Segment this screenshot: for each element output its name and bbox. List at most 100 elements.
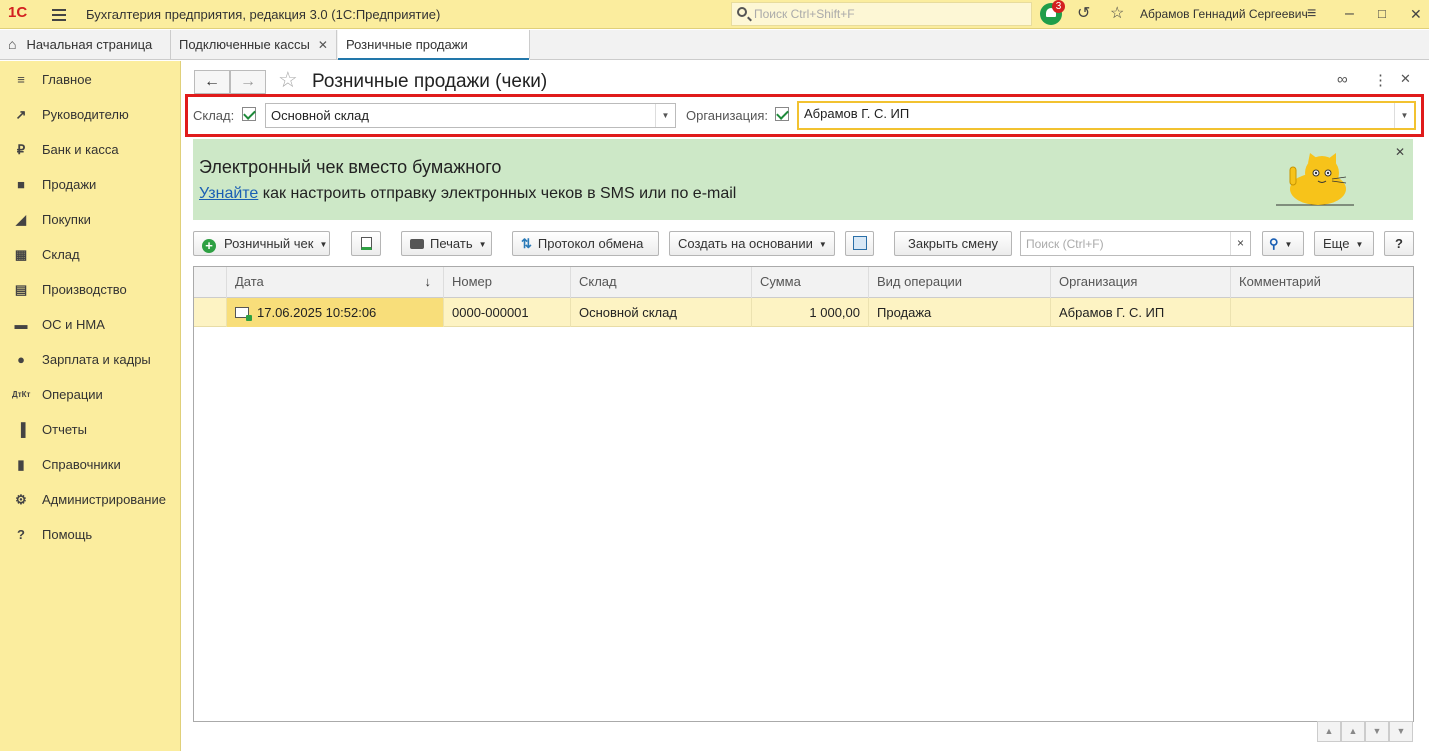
posted-document-icon	[235, 307, 252, 321]
warehouse-filter-checkbox[interactable]	[242, 107, 256, 121]
favorites-star-icon[interactable]: ☆	[1110, 5, 1124, 23]
cell-operation[interactable]: Продажа	[869, 298, 1051, 327]
sidebar-item-sales[interactable]: ■ Продажи	[0, 167, 181, 202]
sidebar-item-main[interactable]: ≡ Главное	[0, 62, 181, 97]
exchange-log-button[interactable]: ⇅ Протокол обмена	[512, 231, 659, 256]
copy-document-button[interactable]	[351, 231, 381, 256]
organization-filter-checkbox[interactable]	[775, 107, 789, 121]
cell-organization[interactable]: Абрамов Г. С. ИП	[1051, 298, 1231, 327]
bag-icon: ■	[17, 177, 25, 192]
cell-warehouse[interactable]: Основной склад	[571, 298, 752, 327]
table-header: Дата ↓ Номер Склад Сумма Вид операции Орг…	[194, 267, 1413, 298]
create-retail-check-button[interactable]: + Розничный чек ▼	[193, 231, 330, 256]
column-header-operation[interactable]: Вид операции	[869, 267, 1051, 298]
column-header-organization[interactable]: Организация	[1051, 267, 1231, 298]
user-name[interactable]: Абрамов Геннадий Сергеевич	[1140, 7, 1308, 21]
chevron-down-icon[interactable]: ▼	[1394, 103, 1414, 128]
factory-icon: ▤	[14, 282, 28, 297]
sidebar-item-label: Операции	[42, 387, 103, 402]
chevron-down-icon: ▼	[319, 240, 328, 250]
column-header-sum[interactable]: Сумма	[752, 267, 869, 298]
close-shift-label: Закрыть смену	[907, 236, 999, 251]
scroll-to-top-button[interactable]: ▲	[1317, 721, 1341, 742]
printer-icon	[410, 239, 424, 249]
column-header-warehouse[interactable]: Склад	[571, 267, 752, 298]
sidebar-item-salary[interactable]: ● Зарплата и кадры	[0, 342, 181, 377]
truck-icon: ▬	[14, 317, 28, 332]
cell-comment[interactable]	[1231, 298, 1413, 327]
back-button[interactable]: ←	[194, 70, 230, 94]
copy-document-icon	[360, 237, 372, 250]
cell-number[interactable]: 0000-000001	[444, 298, 571, 327]
help-button[interactable]: ?	[1384, 231, 1414, 256]
ruble-icon: ₽	[16, 142, 26, 157]
books-icon: ▮	[17, 457, 25, 472]
sidebar-item-help[interactable]: ? Помощь	[0, 517, 181, 552]
sidebar-item-fixed-assets[interactable]: ▬ ОС и НМА	[0, 307, 181, 342]
close-banner-icon[interactable]: ✕	[1395, 145, 1405, 159]
list-search-input[interactable]: Поиск (Ctrl+F) ×	[1020, 231, 1251, 256]
list-search-placeholder: Поиск (Ctrl+F)	[1026, 237, 1104, 251]
organization-filter-label: Организация:	[686, 108, 769, 123]
organization-filter-value: Абрамов Г. С. ИП	[804, 106, 910, 121]
history-icon[interactable]: ↺	[1077, 5, 1090, 23]
title-bar: 1С Бухгалтерия предприятия, редакция 3.0…	[0, 0, 1429, 29]
tab-home[interactable]: ⌂ Начальная страница	[0, 30, 171, 60]
sidebar-item-label: Банк и касса	[42, 142, 119, 157]
forward-button[interactable]: →	[230, 70, 266, 94]
organization-filter-field[interactable]: Абрамов Г. С. ИП ▼	[797, 101, 1416, 130]
global-search-input[interactable]: Поиск Ctrl+Shift+F	[731, 2, 1032, 26]
link-icon[interactable]: ∞	[1337, 71, 1348, 88]
settings-menu-icon[interactable]: ≡	[1307, 5, 1316, 23]
more-label: Еще	[1323, 236, 1350, 251]
close-window-icon[interactable]: ✕	[1410, 5, 1422, 23]
search-options-button[interactable]: ⚲ ▼	[1262, 231, 1304, 256]
sidebar-item-operations[interactable]: ДтКт Операции	[0, 377, 181, 412]
favorite-star-icon[interactable]: ☆	[278, 67, 298, 93]
sidebar-item-purchases[interactable]: ◢ Покупки	[0, 202, 181, 237]
sidebar-item-label: Справочники	[42, 457, 121, 472]
sidebar-item-manager[interactable]: ↗ Руководителю	[0, 97, 181, 132]
sidebar-item-reports[interactable]: ▐ Отчеты	[0, 412, 181, 447]
notifications-badge: 3	[1052, 0, 1065, 13]
sidebar-item-warehouse[interactable]: ▦ Склад	[0, 237, 181, 272]
page-title: Розничные продажи (чеки)	[312, 71, 548, 92]
column-header-comment[interactable]: Комментарий	[1231, 267, 1413, 298]
sidebar-item-production[interactable]: ▤ Производство	[0, 272, 181, 307]
chevron-down-icon: ▼	[818, 240, 827, 250]
sidebar-item-catalogs[interactable]: ▮ Справочники	[0, 447, 181, 482]
column-header-date[interactable]: Дата ↓	[227, 267, 444, 298]
scroll-up-button[interactable]: ▲	[1341, 721, 1365, 742]
sidebar-item-bank[interactable]: ₽ Банк и касса	[0, 132, 181, 167]
column-header-label: Номер	[452, 274, 493, 289]
close-form-icon[interactable]: ✕	[1400, 71, 1411, 87]
sections-sidebar: ≡ Главное ↗ Руководителю ₽ Банк и касса ■ Пр…	[0, 61, 181, 751]
table-row[interactable]: 17.06.2025 10:52:06 0000-000001 Основной…	[194, 298, 1413, 327]
close-shift-button[interactable]: Закрыть смену	[894, 231, 1012, 256]
banner-learn-link[interactable]: Узнайте	[199, 185, 258, 202]
warehouse-filter-field[interactable]: Основной склад ▼	[265, 103, 676, 128]
sidebar-item-label: Зарплата и кадры	[42, 352, 151, 367]
minimize-icon[interactable]: –	[1345, 5, 1354, 23]
chevron-down-icon: ▼	[1284, 240, 1293, 250]
scroll-down-button[interactable]: ▼	[1365, 721, 1389, 742]
main-menu-icon[interactable]	[52, 6, 66, 24]
cell-date[interactable]: 17.06.2025 10:52:06	[227, 298, 444, 327]
tab-connected-registers[interactable]: Подключенные кассы ✕	[171, 30, 337, 60]
scroll-to-bottom-button[interactable]: ▼	[1389, 721, 1413, 742]
create-based-on-button[interactable]: Создать на основании ▼	[669, 231, 835, 256]
print-button[interactable]: Печать ▼	[401, 231, 492, 256]
chevron-down-icon[interactable]: ▼	[655, 104, 675, 127]
tab-connected-registers-label: Подключенные кассы	[179, 37, 310, 52]
tab-retail-sales[interactable]: Розничные продажи (чеки)✕	[338, 30, 530, 81]
more-button[interactable]: Еще ▼	[1314, 231, 1374, 256]
cell-sum[interactable]: 1 000,00	[752, 298, 869, 327]
clear-search-icon[interactable]: ×	[1230, 232, 1250, 255]
maximize-icon[interactable]: □	[1378, 5, 1386, 23]
close-tab-icon[interactable]: ✕	[318, 38, 328, 52]
more-actions-icon[interactable]: ⋮	[1373, 71, 1388, 89]
sidebar-item-admin[interactable]: ⚙ Администрирование	[0, 482, 181, 517]
column-header-number[interactable]: Номер	[444, 267, 571, 298]
structure-button[interactable]	[845, 231, 874, 256]
retail-sales-table: Дата ↓ Номер Склад Сумма Вид операции Орг…	[193, 266, 1414, 722]
